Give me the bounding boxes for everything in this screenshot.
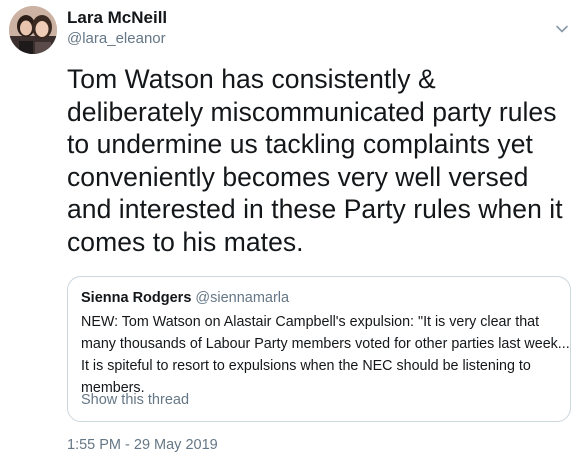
quoted-tweet-handle: @siennamarla bbox=[195, 290, 290, 306]
tweet: Lara McNeill @lara_eleanor Tom Watson ha… bbox=[0, 0, 580, 461]
author-display-name[interactable]: Lara McNeill bbox=[67, 8, 167, 28]
quoted-tweet-line: many thousands of Labour Party members v… bbox=[81, 336, 570, 352]
quoted-tweet-header: Sienna Rodgers @siennamarla bbox=[81, 289, 289, 307]
show-thread-link[interactable]: Show this thread bbox=[81, 391, 189, 409]
quoted-tweet-card[interactable]: Sienna Rodgers @siennamarla NEW: Tom Wats… bbox=[67, 276, 571, 422]
quoted-tweet-line: It is spiteful to resort to expulsions w… bbox=[81, 358, 531, 374]
quoted-tweet-display-name: Sienna Rodgers bbox=[81, 290, 192, 306]
chevron-down-icon[interactable] bbox=[553, 20, 571, 38]
profile-photo bbox=[9, 6, 57, 54]
author-handle[interactable]: @lara_eleanor bbox=[67, 30, 166, 48]
quoted-tweet-line: NEW: Tom Watson on Alastair Campbell's e… bbox=[81, 314, 540, 330]
tweet-text: Tom Watson has consistently & deliberate… bbox=[67, 64, 563, 257]
quoted-tweet-text: NEW: Tom Watson on Alastair Campbell's e… bbox=[81, 311, 570, 399]
author-avatar[interactable] bbox=[9, 6, 57, 54]
tweet-timestamp[interactable]: 1:55 PM - 29 May 2019 bbox=[67, 436, 218, 454]
